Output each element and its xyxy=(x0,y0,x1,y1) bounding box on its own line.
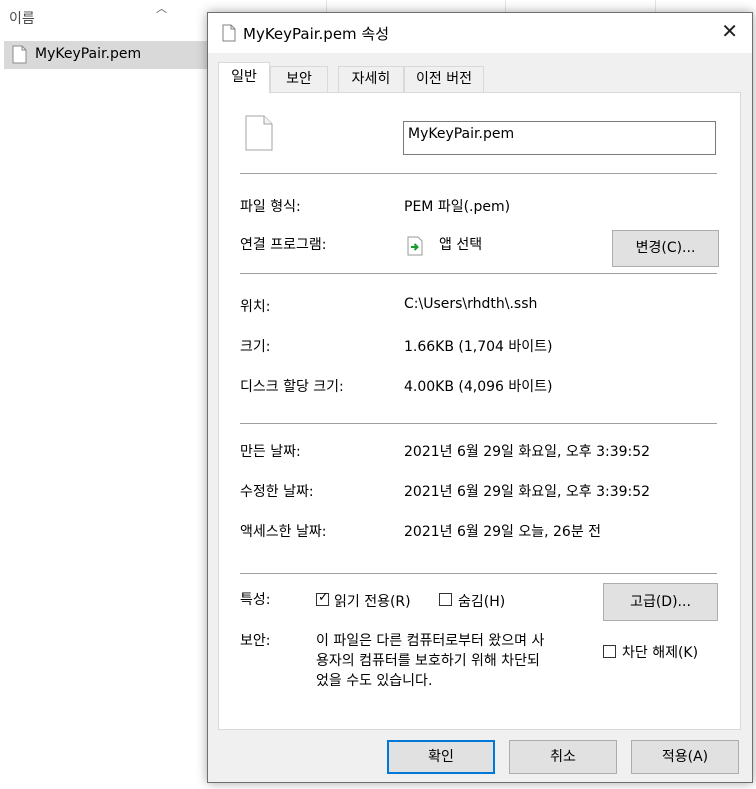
checkmark-icon: ✓ xyxy=(318,590,329,605)
file-row[interactable]: MyKeyPair.pem xyxy=(4,41,210,69)
hidden-label[interactable]: 숨김(H) xyxy=(458,591,505,611)
file-type-value: PEM 파일(.pem) xyxy=(404,199,511,215)
size-on-disk-label: 디스크 할당 크기: xyxy=(240,379,344,395)
tab-security[interactable]: 보안 xyxy=(270,66,328,92)
dialog-title: MyKeyPair.pem 속성 xyxy=(243,25,390,43)
tab-general[interactable]: 일반 xyxy=(218,62,270,93)
size-value: 1.66KB (1,704 바이트) xyxy=(404,339,553,355)
readonly-checkbox[interactable]: ✓ xyxy=(316,590,329,606)
apply-button[interactable]: 적용(A) xyxy=(631,740,739,774)
change-button[interactable]: 변경(C)... xyxy=(612,230,719,267)
attributes-label: 특성: xyxy=(240,592,271,608)
hidden-checkbox[interactable] xyxy=(439,593,452,606)
security-text-line: 었을 수도 있습니다. xyxy=(316,673,433,689)
unblock-label[interactable]: 차단 해제(K) xyxy=(622,642,698,662)
created-value: 2021년 6월 29일 화요일, 오후 3:39:52 xyxy=(404,444,651,460)
opens-with-value: 앱 선택 xyxy=(439,237,483,253)
readonly-label[interactable]: 읽기 전용(R) xyxy=(334,591,411,611)
file-large-icon xyxy=(245,115,273,155)
file-icon xyxy=(222,24,236,46)
accessed-value: 2021년 6월 29일 오늘, 26분 전 xyxy=(404,524,602,540)
file-name: MyKeyPair.pem xyxy=(35,46,142,62)
modified-value: 2021년 6월 29일 화요일, 오후 3:39:52 xyxy=(404,484,651,500)
separator xyxy=(240,273,717,274)
size-on-disk-value: 4.00KB (4,096 바이트) xyxy=(404,379,553,395)
sort-ascending-icon: ︿ xyxy=(156,2,167,15)
separator xyxy=(240,573,717,574)
column-divider[interactable] xyxy=(505,0,506,12)
general-panel: MyKeyPair.pem 파일 형식: PEM 파일(.pem) 연결 프로그… xyxy=(218,92,741,730)
file-icon xyxy=(12,45,27,68)
ok-button[interactable]: 확인 xyxy=(387,740,495,774)
security-label: 보안: xyxy=(240,633,271,649)
size-label: 크기: xyxy=(240,339,271,355)
security-text-line: 용자의 컴퓨터를 보호하기 위해 차단되 xyxy=(316,653,540,669)
location-label: 위치: xyxy=(240,299,271,315)
column-divider[interactable] xyxy=(326,0,327,12)
tab-previous-versions[interactable]: 이전 버전 xyxy=(404,66,484,92)
column-divider[interactable] xyxy=(655,0,656,12)
tab-details[interactable]: 자세히 xyxy=(338,66,404,92)
created-label: 만든 날짜: xyxy=(240,444,301,460)
separator xyxy=(240,423,717,424)
cancel-button[interactable]: 취소 xyxy=(509,740,617,774)
filename-input[interactable]: MyKeyPair.pem xyxy=(403,121,716,155)
unblock-checkbox[interactable] xyxy=(603,645,616,658)
security-text-line: 이 파일은 다른 컴퓨터로부터 왔으며 사 xyxy=(316,633,545,649)
app-select-icon xyxy=(407,236,423,260)
modified-label: 수정한 날짜: xyxy=(240,484,314,500)
advanced-button[interactable]: 고급(D)... xyxy=(603,583,718,621)
file-type-label: 파일 형식: xyxy=(240,199,301,215)
close-icon[interactable]: ✕ xyxy=(721,19,738,43)
properties-dialog: MyKeyPair.pem 속성 ✕ 일반 보안 자세히 이전 버전 MyKey… xyxy=(207,12,753,783)
location-value: C:\Users\rhdth\.ssh xyxy=(404,296,538,312)
opens-with-label: 연결 프로그램: xyxy=(240,237,327,253)
column-name-header[interactable]: 이름 xyxy=(9,8,35,28)
dialog-titlebar[interactable]: MyKeyPair.pem 속성 ✕ xyxy=(208,13,752,53)
separator xyxy=(240,173,717,174)
accessed-label: 액세스한 날짜: xyxy=(240,524,327,540)
